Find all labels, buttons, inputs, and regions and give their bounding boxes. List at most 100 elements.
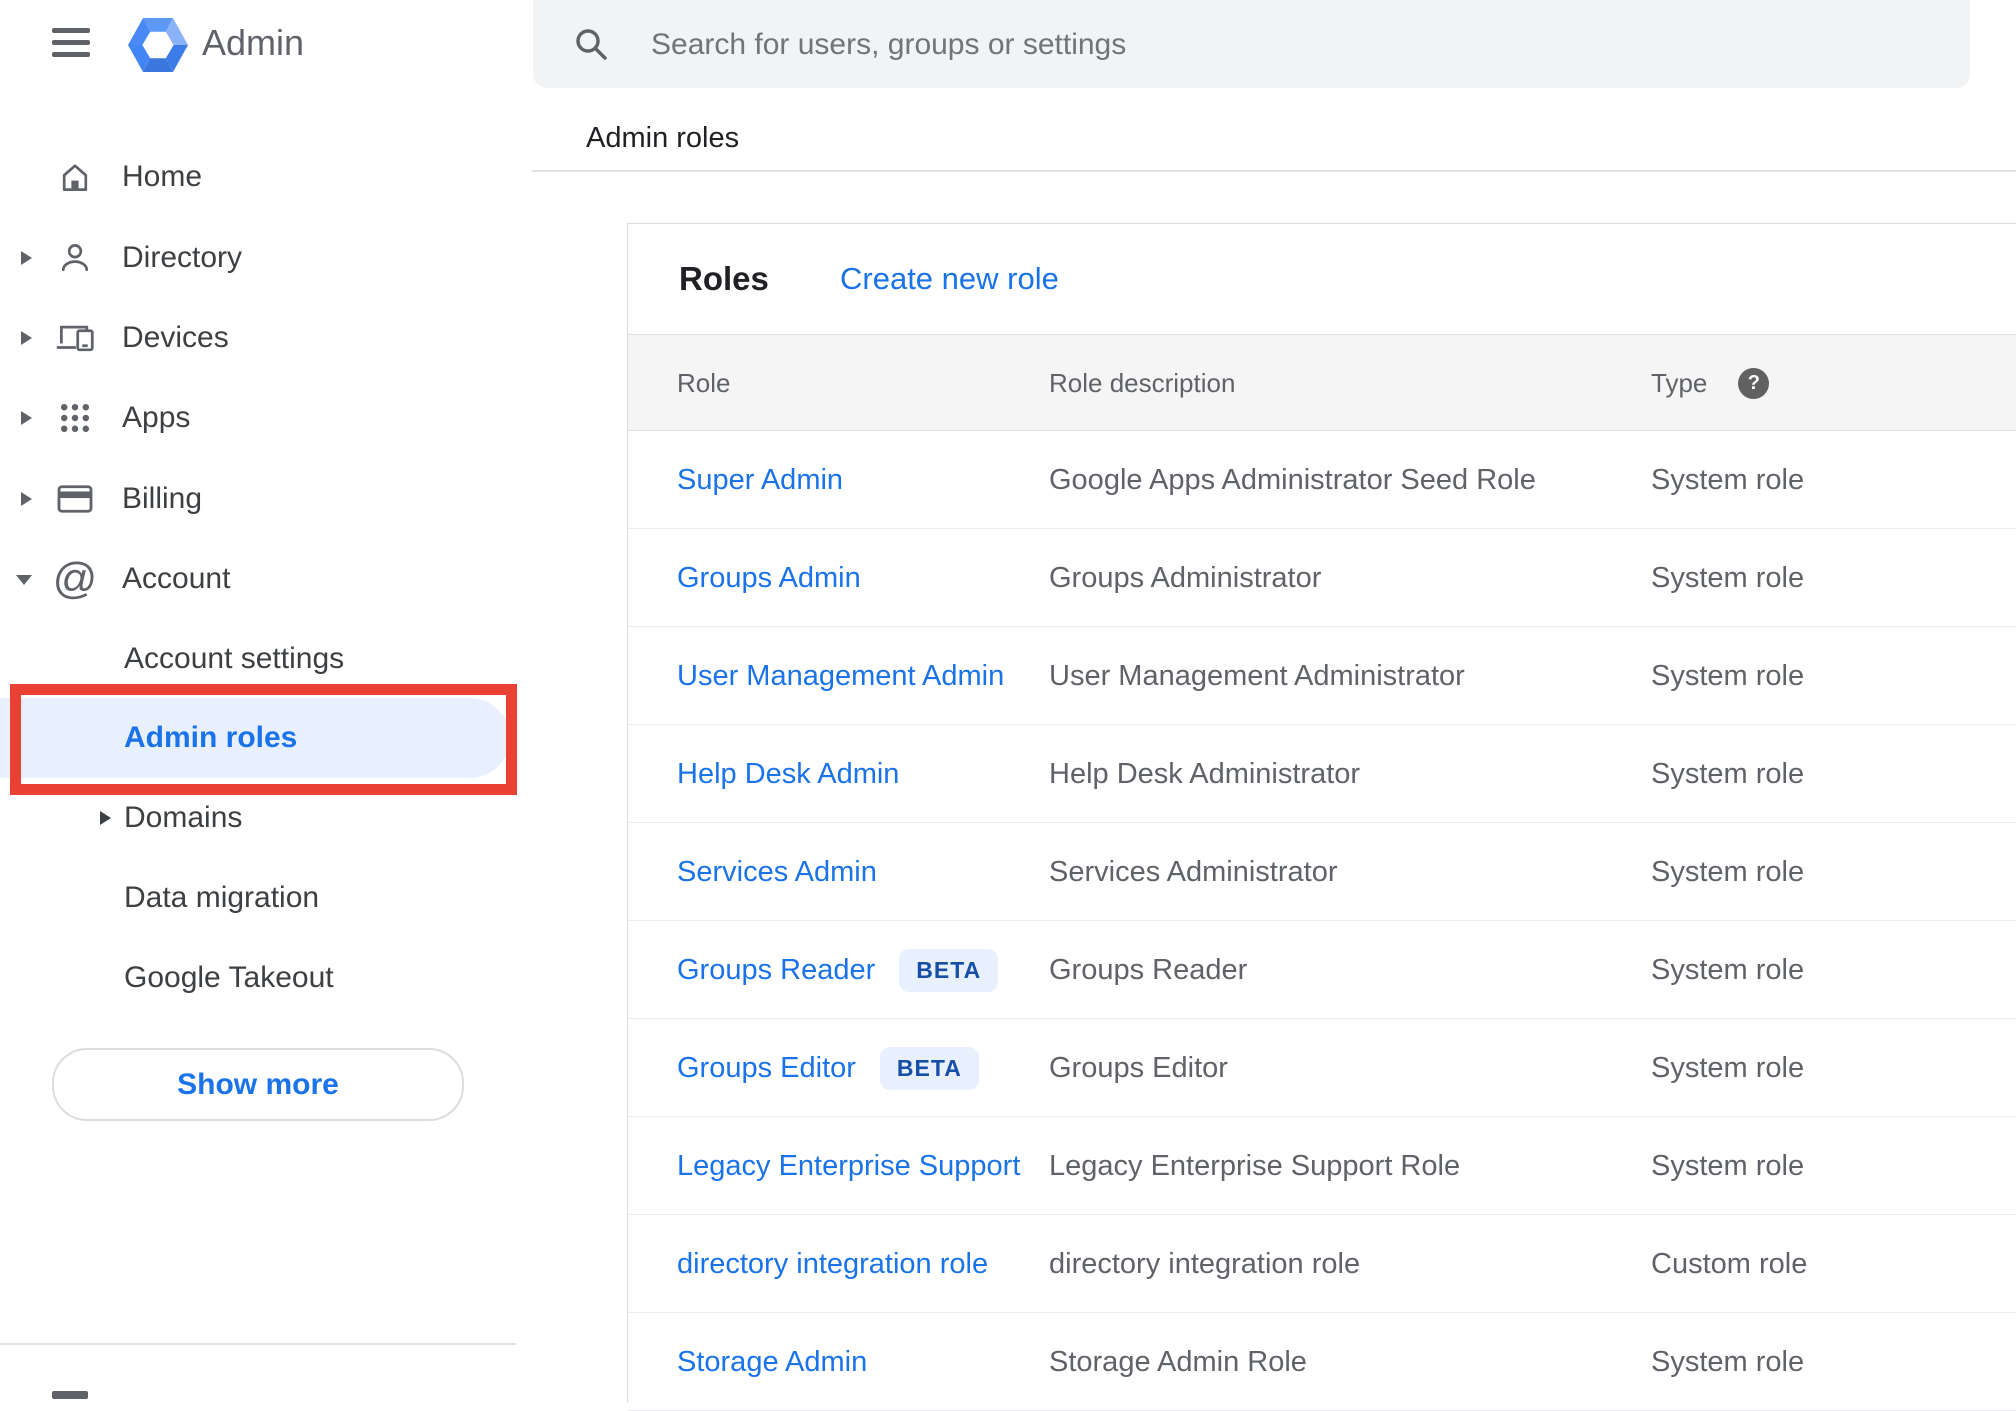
table-row: Help Desk Admin Help Desk Administrator …: [628, 725, 2016, 823]
table-row: Groups Admin Groups Administrator System…: [628, 529, 2016, 627]
sidebar-item-directory[interactable]: Directory: [0, 218, 532, 298]
search-bar[interactable]: [533, 0, 1970, 90]
role-link[interactable]: Help Desk Admin: [677, 758, 899, 791]
role-type: System role: [1651, 659, 1805, 692]
sidebar-item-account[interactable]: @ Account: [0, 539, 532, 619]
role-type: System role: [1651, 953, 1805, 986]
sidebar-item-label: Billing: [122, 482, 203, 515]
beta-badge: BETA: [899, 948, 999, 992]
table-row: Super Admin Google Apps Administrator Se…: [628, 431, 2016, 529]
search-icon: [576, 29, 607, 60]
role-description: Legacy Enterprise Support Role: [1049, 1149, 1461, 1182]
chevron-down-icon: [16, 575, 32, 585]
chevron-right-icon: [21, 411, 32, 425]
role-link[interactable]: User Management Admin: [677, 660, 1004, 693]
sidebar-item-home[interactable]: Home: [0, 137, 532, 217]
role-description: Services Administrator: [1049, 855, 1338, 888]
google-admin-console: { "app": { "name": "Admin", "menu_icon":…: [0, 0, 2016, 1411]
card-header: Roles Create new role: [628, 224, 2016, 334]
role-link[interactable]: Services Admin: [677, 856, 877, 889]
sidebar-item-data-migration[interactable]: Data migration: [0, 858, 532, 938]
role-type: System role: [1651, 1051, 1805, 1084]
role-link[interactable]: Legacy Enterprise Support: [677, 1150, 1020, 1183]
role-link[interactable]: Groups Reader: [677, 954, 875, 987]
sidebar-item-label: Data migration: [124, 881, 320, 914]
help-circle-icon[interactable]: ?: [1738, 368, 1770, 399]
roles-card: Roles Create new role Role Role descript…: [627, 223, 2016, 1411]
sidebar-item-apps[interactable]: Apps: [0, 378, 532, 458]
column-header-description: Role description: [1049, 368, 1236, 398]
table-row: Storage Admin Storage Admin Role System …: [628, 1313, 2016, 1411]
chevron-right-icon: [100, 811, 111, 825]
sidebar: Admin Home Directory Devices Apps Billin: [0, 0, 532, 1399]
chevron-right-icon: [21, 331, 32, 345]
breadcrumb: Admin roles: [586, 122, 740, 154]
table-row: Services Admin Services Administrator Sy…: [628, 823, 2016, 921]
table-row: User Management Admin User Management Ad…: [628, 627, 2016, 725]
devices-icon: [55, 318, 95, 358]
home-icon: [55, 157, 95, 197]
credit-card-icon: [55, 479, 95, 519]
roles-table-body: Super Admin Google Apps Administrator Se…: [628, 431, 2016, 1411]
admin-hexagon-logo: [128, 18, 188, 72]
column-header-role: Role: [677, 368, 731, 398]
sidebar-item-label: Domains: [124, 801, 243, 834]
chevron-right-icon: [21, 492, 32, 506]
clipped-bottom-icon: [52, 1391, 88, 1399]
app-header: Admin: [0, 0, 532, 88]
apps-grid-icon: [55, 398, 95, 438]
sidebar-item-label: Account: [122, 562, 231, 595]
role-link[interactable]: Groups Editor: [677, 1052, 856, 1085]
role-type: System role: [1651, 561, 1805, 594]
role-link[interactable]: directory integration role: [677, 1248, 988, 1281]
table-row: Groups Editor BETA Groups Editor System …: [628, 1019, 2016, 1117]
app-title: Admin: [202, 22, 305, 63]
role-description: directory integration role: [1049, 1247, 1361, 1280]
column-header-type: Type ?: [1651, 335, 1770, 432]
sidebar-item-label: Home: [122, 160, 203, 193]
sidebar-item-domains[interactable]: Domains: [0, 778, 532, 858]
role-description: Groups Editor: [1049, 1051, 1228, 1084]
role-type: System role: [1651, 463, 1805, 496]
beta-badge: BETA: [879, 1046, 979, 1090]
role-link[interactable]: Super Admin: [677, 464, 843, 497]
table-header-row: Role Role description Type ?: [628, 334, 2016, 431]
create-new-role-link[interactable]: Create new role: [840, 224, 1059, 334]
role-description: Help Desk Administrator: [1049, 757, 1361, 790]
role-type: Custom role: [1651, 1247, 1808, 1280]
chevron-right-icon: [21, 251, 32, 265]
table-row: directory integration role directory int…: [628, 1215, 2016, 1313]
sidebar-item-label: Admin roles: [124, 721, 298, 754]
search-input[interactable]: [649, 0, 1933, 90]
sidebar-item-account-settings[interactable]: Account settings: [0, 619, 532, 699]
sidebar-item-label: Account settings: [124, 642, 345, 675]
sidebar-item-devices[interactable]: Devices: [0, 298, 532, 378]
at-sign-icon: @: [52, 554, 98, 603]
role-description: Google Apps Administrator Seed Role: [1049, 463, 1536, 496]
hamburger-menu-icon[interactable]: [52, 27, 90, 59]
sidebar-item-label: Google Takeout: [124, 961, 334, 994]
role-description: Groups Reader: [1049, 953, 1248, 986]
card-title: Roles: [679, 260, 769, 297]
role-link[interactable]: Storage Admin: [677, 1346, 867, 1379]
role-type: System role: [1651, 855, 1805, 888]
role-description: Groups Administrator: [1049, 561, 1322, 594]
role-type: System role: [1651, 757, 1805, 790]
sidebar-divider: [0, 1343, 516, 1345]
table-row: Legacy Enterprise Support Legacy Enterpr…: [628, 1117, 2016, 1215]
role-type: System role: [1651, 1345, 1805, 1378]
table-row: Groups Reader BETA Groups Reader System …: [628, 921, 2016, 1019]
header-divider: [532, 170, 2016, 172]
role-type: System role: [1651, 1149, 1805, 1182]
show-more-button[interactable]: Show more: [52, 1048, 464, 1121]
role-link[interactable]: Groups Admin: [677, 562, 861, 595]
sidebar-item-google-takeout[interactable]: Google Takeout: [0, 938, 532, 1018]
role-description: Storage Admin Role: [1049, 1345, 1307, 1378]
sidebar-item-admin-roles[interactable]: Admin roles: [0, 698, 532, 778]
sidebar-item-label: Devices: [122, 321, 229, 354]
person-icon: [55, 238, 95, 278]
sidebar-item-label: Apps: [122, 401, 191, 434]
role-description: User Management Administrator: [1049, 659, 1465, 692]
sidebar-item-billing[interactable]: Billing: [0, 459, 532, 539]
sidebar-item-label: Directory: [122, 241, 243, 274]
